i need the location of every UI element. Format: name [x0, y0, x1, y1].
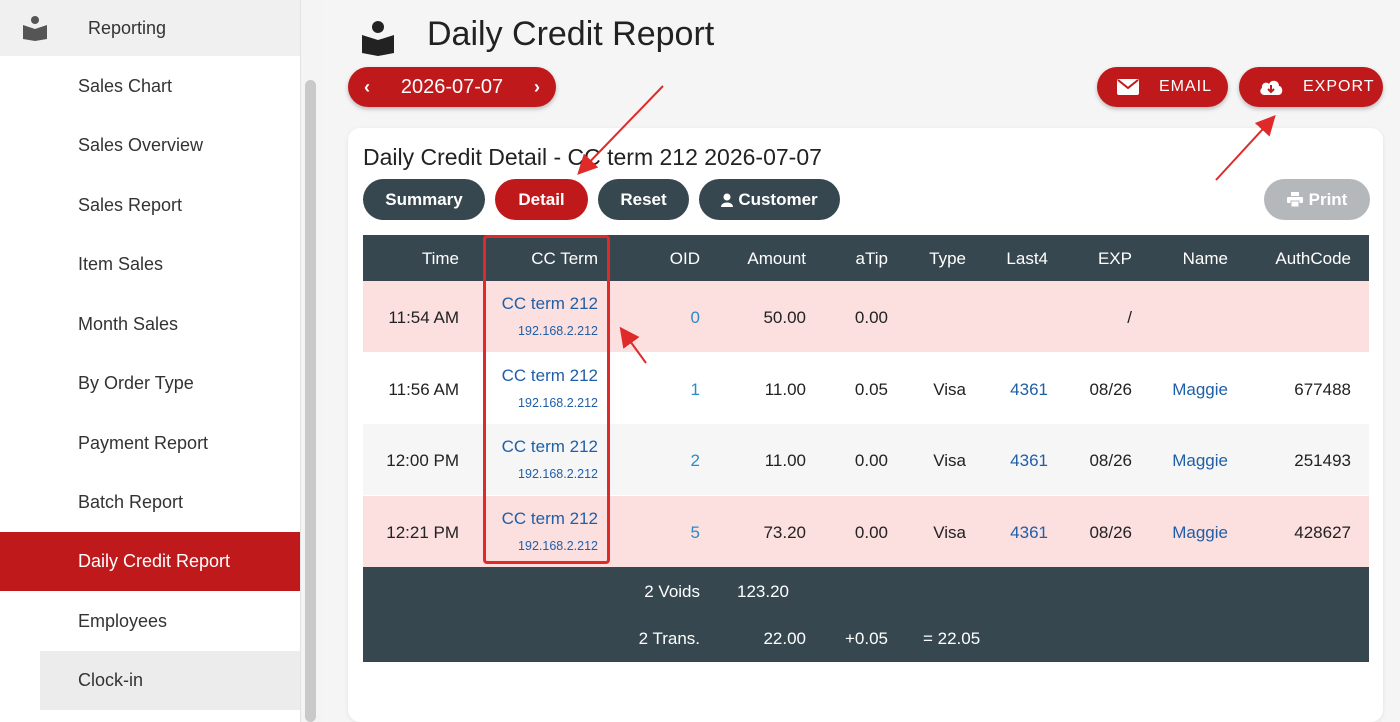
voids-amount: 123.20: [737, 582, 789, 601]
sidebar-item-payment-report[interactable]: Payment Report: [0, 414, 300, 473]
sidebar-item-batch-report[interactable]: Batch Report: [0, 473, 300, 532]
sidebar-item-sales-chart[interactable]: Sales Chart: [0, 57, 300, 116]
cell-last4-link[interactable]: 4361: [1010, 380, 1048, 400]
voids-label: 2 Voids: [644, 582, 700, 601]
export-button[interactable]: EXPORT: [1239, 67, 1383, 107]
cell-time: 12:00 PM: [386, 451, 459, 470]
print-button-label: Print: [1308, 189, 1348, 209]
cell-oid-link[interactable]: 1: [691, 380, 700, 400]
cell-name-link[interactable]: Maggie: [1172, 451, 1228, 471]
col-oid: OID: [669, 249, 700, 268]
sidebar-item-daily-credit-report[interactable]: Daily Credit Report: [0, 532, 300, 591]
reporting-icon: [362, 21, 394, 56]
cell-time: 11:56 AM: [388, 380, 459, 399]
email-button-label: EMAIL: [1159, 78, 1213, 95]
cloud-download-icon: [1260, 80, 1283, 95]
sidebar-item-month-sales[interactable]: Month Sales: [0, 295, 300, 354]
sidebar: Reporting Sales Chart Sales Overview Sal…: [0, 0, 300, 722]
customer-button-label: Customer: [738, 189, 818, 209]
cell-type: Visa: [933, 451, 966, 470]
cell-exp: 08/26: [1089, 451, 1132, 470]
cell-authcode: 251493: [1294, 451, 1351, 470]
user-icon: [721, 193, 734, 207]
cell-amount: 50.00: [763, 308, 806, 327]
col-amount: Amount: [747, 249, 806, 268]
cell-oid-link[interactable]: 0: [691, 308, 700, 328]
col-atip: aTip: [855, 249, 888, 268]
table-footer: 2 Voids 123.20 2 Trans. 22.00 +0.05 = 22…: [363, 567, 1369, 662]
cell-amount: 11.00: [764, 451, 806, 470]
cell-time: 11:54 AM: [388, 308, 459, 327]
col-name: Name: [1182, 249, 1228, 268]
sidebar-item-item-sales[interactable]: Item Sales: [0, 235, 300, 294]
cell-authcode: 677488: [1294, 380, 1351, 399]
cell-exp: /: [1127, 308, 1132, 327]
cell-atip: 0.00: [854, 523, 888, 542]
cell-last4-link[interactable]: 4361: [1010, 451, 1048, 471]
cell-last4-link[interactable]: 4361: [1010, 523, 1048, 543]
sidebar-item-sales-overview[interactable]: Sales Overview: [0, 116, 300, 175]
sidebar-item-clock-in[interactable]: Clock-in: [40, 651, 300, 710]
cell-exp: 08/26: [1089, 380, 1132, 399]
cell-amount: 73.20: [763, 523, 806, 542]
mail-icon: [1117, 79, 1139, 95]
print-button[interactable]: Print: [1264, 179, 1370, 220]
cell-authcode: 428627: [1294, 523, 1351, 542]
trans-total: = 22.05: [923, 629, 981, 648]
sidebar-header-label: Reporting: [88, 17, 167, 38]
cell-name-link[interactable]: Maggie: [1172, 523, 1228, 543]
col-time: Time: [421, 249, 459, 268]
next-date-button[interactable]: ›: [518, 77, 556, 98]
sidebar-item-by-order-type[interactable]: By Order Type: [0, 354, 300, 413]
col-last4: Last4: [1006, 249, 1048, 268]
col-type: Type: [929, 249, 966, 268]
col-authcode: AuthCode: [1275, 249, 1351, 268]
prev-date-button[interactable]: ‹: [348, 77, 386, 98]
cc-term-highlight-box: [483, 235, 610, 564]
cell-type: Visa: [933, 380, 966, 399]
date-picker: ‹ 2026-07-07 ›: [348, 67, 556, 107]
cell-atip: 0.05: [854, 380, 888, 399]
page-title: Daily Credit Report: [427, 15, 715, 53]
cell-oid-link[interactable]: 5: [691, 523, 700, 543]
cell-exp: 08/26: [1089, 523, 1132, 542]
printer-icon: [1286, 192, 1303, 207]
sidebar-header[interactable]: Reporting: [0, 0, 300, 56]
sidebar-item-employees[interactable]: Employees: [0, 592, 300, 651]
sidebar-scrollbar-thumb[interactable]: [305, 80, 316, 722]
detail-button[interactable]: Detail: [495, 179, 588, 220]
summary-button[interactable]: Summary: [363, 179, 485, 220]
cell-atip: 0.00: [854, 308, 888, 327]
reset-button[interactable]: Reset: [598, 179, 689, 220]
email-button[interactable]: EMAIL: [1097, 67, 1228, 107]
reporting-icon: [23, 16, 47, 41]
sidebar-item-sales-report[interactable]: Sales Report: [0, 176, 300, 235]
cell-atip: 0.00: [854, 451, 888, 470]
cell-name-link[interactable]: Maggie: [1172, 380, 1228, 400]
export-button-label: EXPORT: [1303, 78, 1375, 95]
date-display[interactable]: 2026-07-07: [401, 76, 503, 99]
cell-type: Visa: [933, 523, 966, 542]
cell-oid-link[interactable]: 2: [691, 451, 700, 471]
trans-tip: +0.05: [844, 629, 888, 648]
trans-amount: 22.00: [763, 629, 806, 648]
cell-time: 12:21 PM: [386, 523, 459, 542]
cell-amount: 11.00: [764, 380, 806, 399]
customer-button[interactable]: Customer: [699, 179, 840, 220]
report-title: Daily Credit Detail - CC term 212 2026-0…: [363, 144, 822, 170]
col-exp: EXP: [1097, 249, 1132, 268]
trans-label: 2 Trans.: [638, 629, 700, 648]
